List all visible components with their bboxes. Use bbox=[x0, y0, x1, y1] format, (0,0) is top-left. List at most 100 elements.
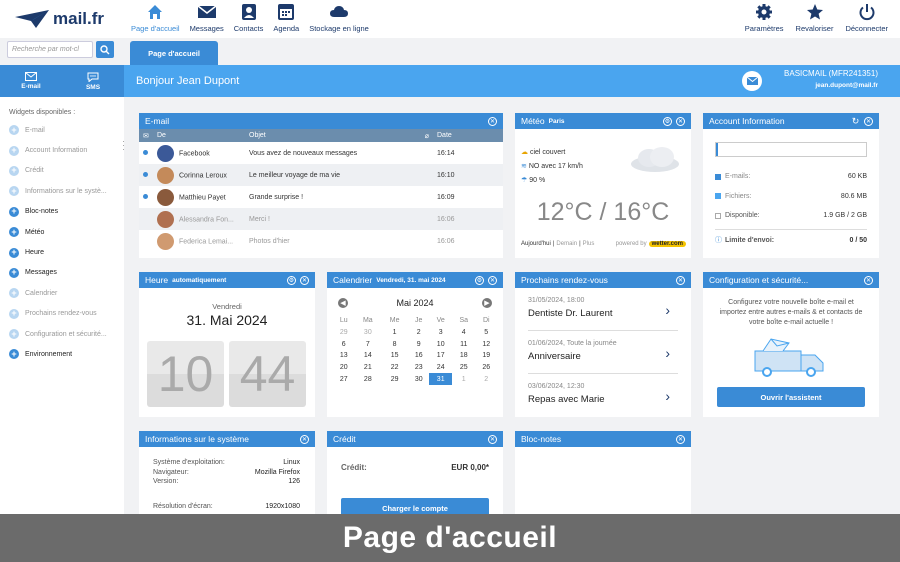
sidebar-widget-item[interactable]: + Crédit bbox=[0, 161, 124, 181]
quick-email-button[interactable]: E-mail bbox=[0, 65, 62, 97]
nav-upgrade[interactable]: Revaloriser bbox=[790, 0, 840, 38]
search-button[interactable] bbox=[96, 41, 114, 58]
calendar-day[interactable]: 30 bbox=[354, 327, 381, 339]
sidebar-widget-item[interactable]: + Account Information bbox=[0, 140, 124, 160]
calendar-day[interactable]: 5 bbox=[476, 327, 498, 339]
chevron-right-icon[interactable]: ▶ bbox=[482, 298, 492, 308]
chevron-left-icon[interactable]: ◀ bbox=[338, 298, 348, 308]
nav-contacts[interactable]: Contacts bbox=[229, 0, 269, 38]
calendar-day[interactable]: 30 bbox=[408, 373, 429, 385]
nav-storage[interactable]: Stockage en ligne bbox=[304, 0, 374, 38]
logo[interactable]: mail.fr bbox=[14, 7, 104, 31]
cloud-icon bbox=[330, 6, 349, 17]
account-info[interactable]: BASICMAIL (MFR241351) jean.dupont@mail.f… bbox=[784, 69, 878, 89]
calendar-day[interactable]: 4 bbox=[452, 327, 476, 339]
calendar-day[interactable]: 10 bbox=[429, 338, 452, 350]
close-icon[interactable]: ✕ bbox=[300, 434, 309, 444]
search-input[interactable]: Recherche par mot-cl bbox=[7, 41, 93, 58]
calendar-day[interactable]: 14 bbox=[354, 350, 381, 362]
sidebar-widget-item[interactable]: + Météo bbox=[0, 222, 124, 242]
open-assistant-button[interactable]: Ouvrir l'assistent bbox=[717, 387, 865, 407]
sidebar-widget-item[interactable]: + E-mail bbox=[0, 120, 124, 140]
gear-icon[interactable]: ⚙ bbox=[287, 275, 296, 285]
calendar-day[interactable]: 24 bbox=[429, 362, 452, 374]
calendar-day[interactable]: 16 bbox=[408, 350, 429, 362]
calendar-day[interactable]: 13 bbox=[333, 350, 354, 362]
close-icon[interactable]: ✕ bbox=[676, 275, 685, 285]
close-icon[interactable]: ✕ bbox=[488, 275, 497, 285]
nav-settings[interactable]: Paramètres bbox=[739, 0, 790, 38]
calendar-day[interactable]: 27 bbox=[333, 373, 354, 385]
close-icon[interactable]: ✕ bbox=[864, 275, 873, 285]
email-row[interactable]: Federica Lemai... Photos d'hier 16:06 bbox=[139, 230, 503, 252]
gear-icon[interactable]: ⚙ bbox=[475, 275, 484, 285]
sidebar-widget-item[interactable]: + Calendrier bbox=[0, 283, 124, 303]
close-icon[interactable]: ✕ bbox=[300, 275, 309, 285]
email-row[interactable]: Corinna Leroux Le meilleur voyage de ma v… bbox=[139, 164, 503, 186]
appointment-date: 03/06/2024, 12:30 bbox=[528, 383, 585, 390]
calendar-day[interactable]: 2 bbox=[476, 373, 498, 385]
sidebar-widget-item[interactable]: + Prochains rendez-vous bbox=[0, 304, 124, 324]
close-icon[interactable]: ✕ bbox=[864, 116, 873, 126]
appointment-item[interactable]: 01/06/2024, Toute la journée Anniversaire… bbox=[528, 331, 678, 374]
col-date[interactable]: Date bbox=[433, 129, 503, 142]
calendar-day[interactable]: 11 bbox=[452, 338, 476, 350]
appointment-item[interactable]: 03/06/2024, 12:30 Repas avec Marie › bbox=[528, 374, 678, 417]
calendar-day[interactable]: 2 bbox=[408, 327, 429, 339]
calendar-day[interactable]: 17 bbox=[429, 350, 452, 362]
avatar bbox=[157, 210, 174, 228]
calendar-day[interactable]: 7 bbox=[354, 338, 381, 350]
refresh-icon[interactable]: ↻ bbox=[851, 116, 860, 126]
close-icon[interactable]: ✕ bbox=[488, 116, 497, 126]
calendar-day[interactable]: 31 bbox=[429, 373, 452, 386]
sidebar-widget-item[interactable]: + Bloc-notes bbox=[0, 202, 124, 222]
calendar-day[interactable]: 6 bbox=[333, 338, 354, 350]
email-row[interactable]: Matthieu Payet Grande surprise ! 16:09 bbox=[139, 186, 503, 208]
calendar-day[interactable]: 29 bbox=[333, 327, 354, 339]
calendar-day[interactable]: 28 bbox=[354, 373, 381, 385]
col-subject[interactable]: Objet bbox=[245, 129, 421, 142]
weather-more-link[interactable]: Plus bbox=[583, 241, 595, 247]
calendar-day[interactable]: 8 bbox=[381, 338, 408, 350]
calendar-day[interactable]: 26 bbox=[476, 362, 498, 374]
nav-logout[interactable]: Déconnecter bbox=[839, 0, 894, 38]
calendar-day[interactable]: 25 bbox=[452, 362, 476, 374]
close-icon[interactable]: ✕ bbox=[488, 434, 497, 444]
sidebar-widget-item[interactable]: + Informations sur le systè... bbox=[0, 181, 124, 201]
weather-tomorrow-link[interactable]: Demain bbox=[556, 241, 577, 247]
calendar-day[interactable]: 3 bbox=[429, 327, 452, 339]
close-icon[interactable]: ✕ bbox=[676, 434, 685, 444]
sidebar-widget-item[interactable]: + Environnement bbox=[0, 344, 124, 364]
calendar-day[interactable]: 1 bbox=[381, 327, 408, 339]
nav-messages[interactable]: Messages bbox=[185, 0, 229, 38]
tab-home[interactable]: Page d'accueil bbox=[130, 41, 218, 65]
appointment-item[interactable]: 31/05/2024, 18:00 Dentiste Dr. Laurent › bbox=[528, 288, 678, 331]
sidebar-widget-item[interactable]: + Messages bbox=[0, 263, 124, 283]
calendar-day[interactable]: 9 bbox=[408, 338, 429, 350]
calendar-day[interactable]: 29 bbox=[381, 373, 408, 385]
quick-sms-button[interactable]: SMS bbox=[62, 65, 124, 97]
calendar-day[interactable]: 23 bbox=[408, 362, 429, 374]
gear-icon[interactable]: ⚙ bbox=[663, 116, 672, 126]
email-row[interactable]: Alessandra Fon... Merci ! 16:06 bbox=[139, 208, 503, 230]
calendar-day[interactable]: 15 bbox=[381, 350, 408, 362]
calendar-day[interactable]: 19 bbox=[476, 350, 498, 362]
calendar-day[interactable]: 1 bbox=[452, 373, 476, 385]
sidebar-widget-item[interactable]: + Heure bbox=[0, 242, 124, 262]
sidebar-widget-item[interactable]: + Configuration et sécurité... bbox=[0, 324, 124, 344]
account-avatar[interactable] bbox=[742, 71, 762, 91]
nav-agenda[interactable]: Agenda bbox=[268, 0, 304, 38]
notes-textarea[interactable] bbox=[515, 447, 691, 514]
calendar-day[interactable]: 21 bbox=[354, 362, 381, 374]
calendar-day[interactable]: 18 bbox=[452, 350, 476, 362]
calendar-day[interactable]: 12 bbox=[476, 338, 498, 350]
weather-today-link[interactable]: Aujourd'hui bbox=[521, 241, 551, 247]
nav-home[interactable]: Page d'accueil bbox=[126, 0, 185, 38]
resize-handle-icon[interactable]: · · · bbox=[122, 137, 125, 154]
email-row[interactable]: Facebook Vous avez de nouveaux messages 16… bbox=[139, 142, 503, 164]
topup-button[interactable]: Charger le compte bbox=[341, 498, 489, 514]
col-from[interactable]: De bbox=[153, 129, 245, 142]
calendar-day[interactable]: 22 bbox=[381, 362, 408, 374]
calendar-day[interactable]: 20 bbox=[333, 362, 354, 374]
close-icon[interactable]: ✕ bbox=[676, 116, 685, 126]
